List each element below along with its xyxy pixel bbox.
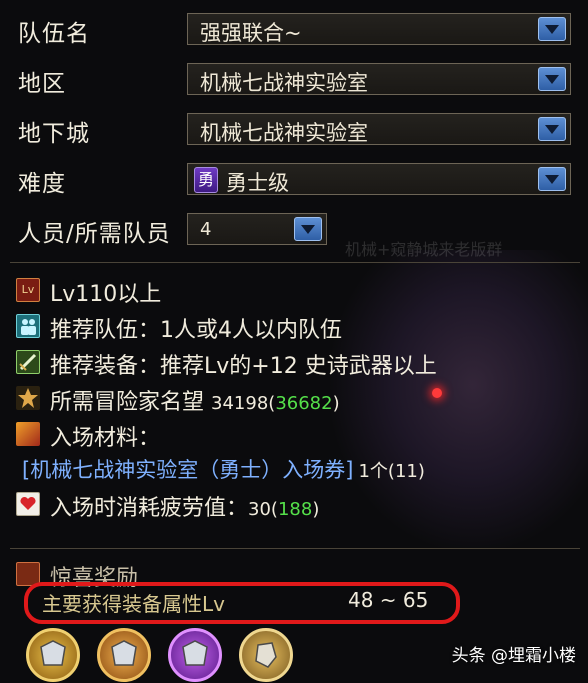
reward-armor-icon-3[interactable] [168,628,222,682]
fatigue-line: 入场时消耗疲劳值：30(188) [50,496,320,521]
entry-ticket-row: [机械七战神实验室（勇士）入场券] 1个(11) [22,454,425,484]
team-name-field[interactable]: 强强联合~ [187,13,571,45]
chevron-down-icon [301,225,315,234]
section-divider [10,262,580,263]
region-value: 机械七战神实验室 [200,71,368,95]
members-dropdown-button[interactable] [294,217,322,241]
team-name-dropdown-button[interactable] [538,17,566,41]
boss-background-art [330,250,588,550]
team-text: 推荐队伍：1人或4人以内队伍 [50,318,342,343]
fame-line: 所需冒险家名望 34198(36682) [50,390,340,415]
fame-emblem-icon [16,386,40,410]
material-icon [16,422,40,446]
members-row: 人员/所需队员 4 [0,208,588,248]
chevron-down-icon [545,75,559,84]
sword-icon [16,350,40,374]
reward-armor-icon-2[interactable] [97,628,151,682]
watermark: 头条 @埋霜小楼 [451,646,576,666]
dungeon-dropdown-button[interactable] [538,117,566,141]
members-value: 4 [200,219,212,240]
dungeon-label: 地下城 [18,121,90,147]
region-dropdown-button[interactable] [538,67,566,91]
fatigue-value: 30 [248,499,271,520]
fame-current-value: 36682 [275,393,333,414]
team-name-label: 队伍名 [18,21,90,47]
chevron-down-icon [545,125,559,134]
difficulty-label: 难度 [18,171,66,197]
region-select[interactable]: 机械七战神实验室 [187,63,571,95]
team-name-value: 强强联合~ [200,21,302,45]
team-name-row: 队伍名 强强联合~ [0,8,588,48]
reward-armor-icon-1[interactable] [26,628,80,682]
material-label: 入场材料： [50,426,161,451]
equipment-text: 推荐装备：推荐Lv的+12 史诗武器以上 [50,354,437,379]
chevron-down-icon [545,175,559,184]
ticket-count: 1个(11) [358,461,425,482]
fatigue-label: 入场时消耗疲劳值： [50,496,249,521]
dungeon-select[interactable]: 机械七战神实验室 [187,113,571,145]
equipment-attribute-range: 48 ~ 65 [348,588,429,612]
region-row: 地区 机械七战神实验室 [0,58,588,98]
entry-ticket-link[interactable]: [机械七战神实验室（勇士）入场券] [22,458,353,482]
reward-divider [10,548,580,549]
fatigue-icon [16,492,40,516]
difficulty-row: 难度 勇 勇士级 [0,158,588,198]
difficulty-dropdown-button[interactable] [538,167,566,191]
boss-eye-glow [432,388,442,398]
party-icon [16,314,40,338]
fame-label: 所需冒险家名望 [50,390,205,415]
equipment-attribute-label: 主要获得装备属性Lv [42,592,225,616]
members-label: 人员/所需队员 [18,221,171,247]
members-select[interactable]: 4 [187,213,327,245]
level-text: Lv110以上 [50,282,162,307]
reward-gauntlet-icon[interactable] [239,628,293,682]
fame-required-value: 34198 [211,393,269,414]
fatigue-current-value: 188 [277,499,313,520]
dungeon-value: 机械七战神实验室 [200,121,368,145]
level-icon: Lv [16,278,40,302]
chevron-down-icon [545,25,559,34]
dungeon-row: 地下城 机械七战神实验室 [0,108,588,148]
warrior-difficulty-badge-icon: 勇 [194,167,218,193]
region-label: 地区 [18,71,66,97]
difficulty-select[interactable]: 勇 勇士级 [187,163,571,195]
difficulty-value: 勇士级 [226,171,289,195]
